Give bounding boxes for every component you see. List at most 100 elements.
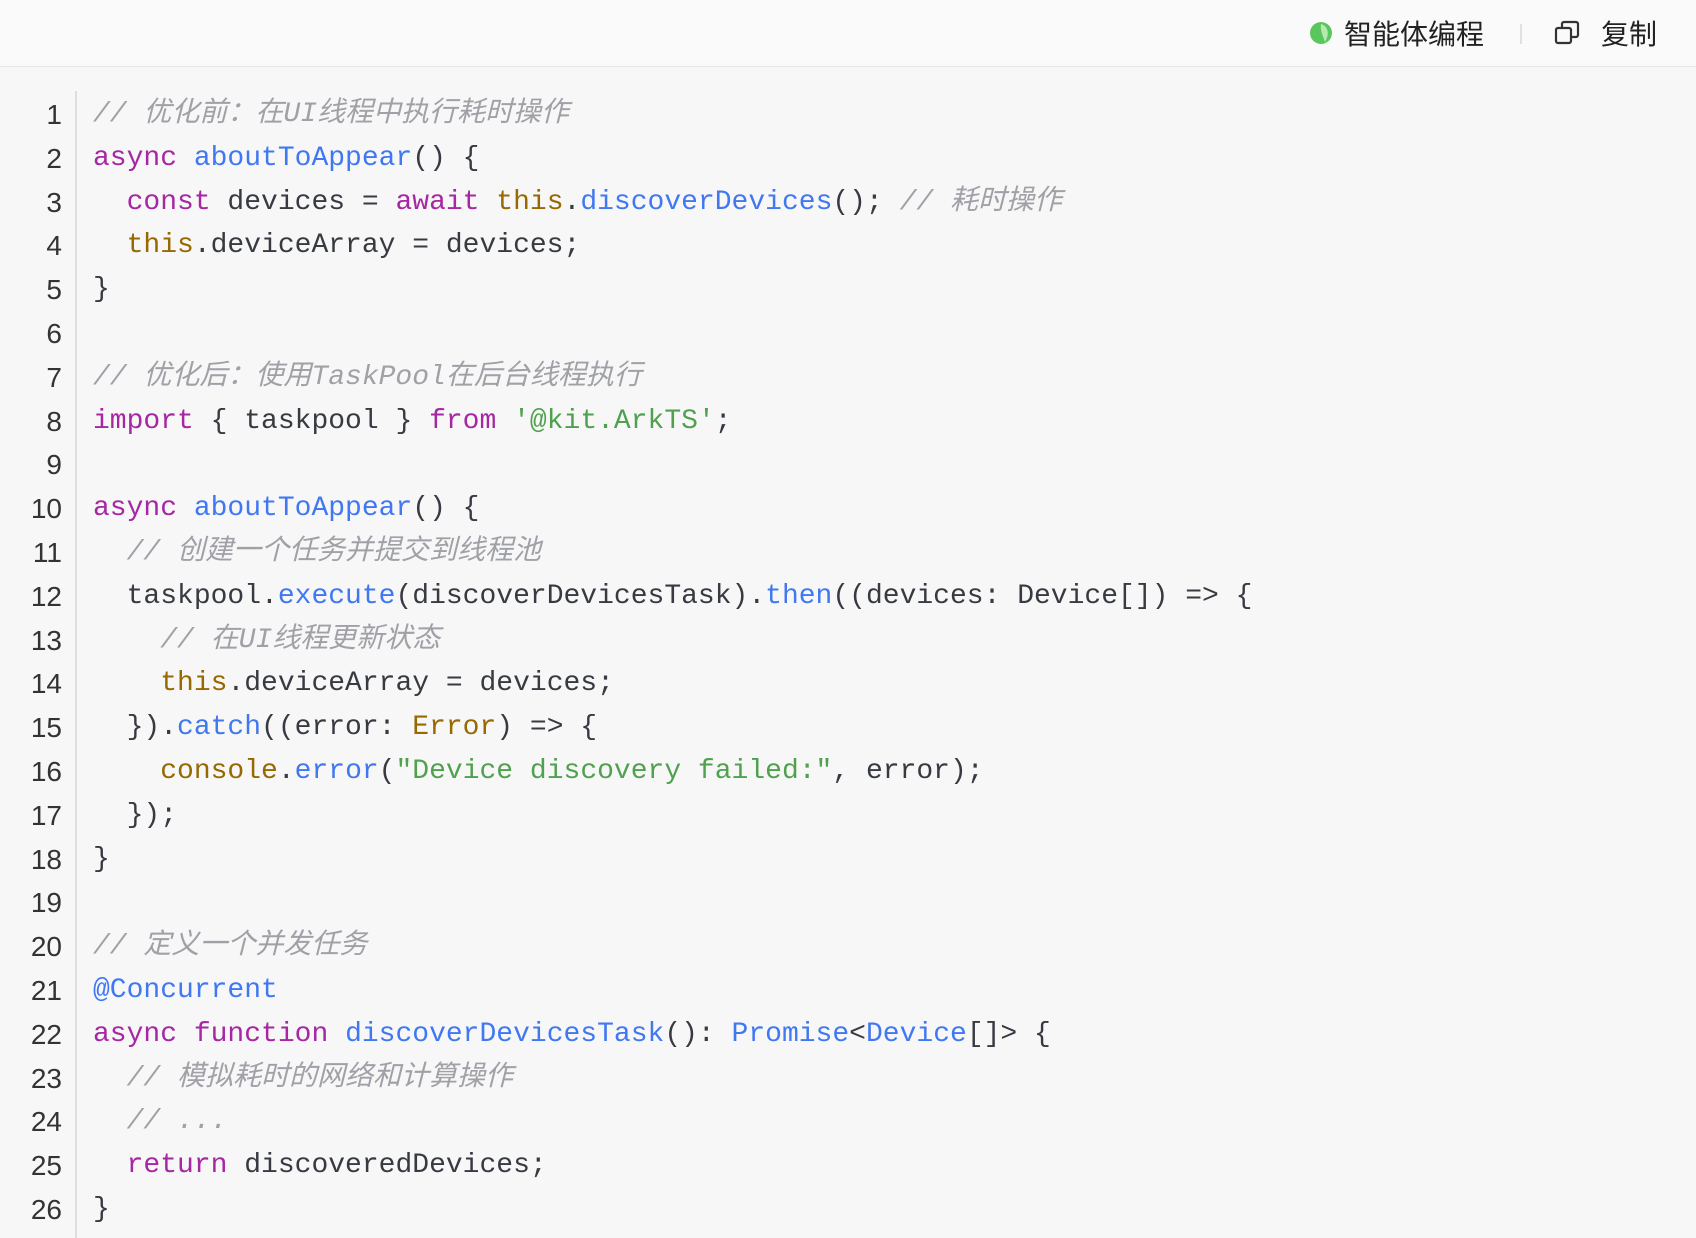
token-str: "Device discovery failed:" — [395, 755, 833, 787]
token-fn: error — [294, 755, 379, 787]
line-number: 25 — [30, 1150, 62, 1182]
token-builtin: console — [160, 755, 278, 787]
token-kw: function — [193, 1018, 329, 1050]
line-number: 6 — [46, 317, 62, 349]
token-cmt: // 创建一个任务并提交到线程池 — [126, 536, 542, 568]
code-text: } — [93, 268, 110, 312]
token-fn: execute — [277, 580, 396, 612]
line-number: 2 — [46, 142, 62, 174]
code-text: // 在UI线程更新状态 — [93, 619, 440, 663]
token-cmt: // 优化前：在UI线程中执行耗时操作 — [93, 99, 570, 130]
code-text: this.deviceArray = devices; — [93, 224, 581, 268]
token-plain: } — [93, 274, 110, 306]
token-plain: (discoverDevicesTask). — [395, 580, 766, 612]
line-number: 9 — [46, 449, 62, 481]
token-kw: await — [395, 186, 480, 218]
line-number: 16 — [30, 755, 62, 787]
code-text: async function discoverDevicesTask(): Pr… — [93, 1013, 1051, 1057]
code-text: // 优化后：使用TaskPool在后台线程执行 — [93, 356, 642, 400]
token-kw: async — [93, 142, 178, 174]
line-number: 11 — [32, 536, 62, 568]
code-text: }); — [93, 794, 177, 838]
token-builtin: this — [126, 230, 194, 262]
token-plain: } — [93, 843, 110, 875]
token-plain: < — [849, 1018, 866, 1050]
code-block[interactable]: 1 // 优化前：在UI线程中执行耗时操作 2 async aboutToAppear… — [0, 67, 1696, 1238]
token-plain: () { — [412, 493, 480, 525]
code-text: // 定义一个并发任务 — [93, 925, 367, 969]
code-line: 7 // 优化后：使用TaskPool在后台线程执行 — [0, 356, 1252, 400]
line-number: 4 — [46, 230, 62, 262]
line-number: 20 — [30, 931, 62, 963]
token-plain: () { — [412, 142, 480, 174]
line-number: 22 — [30, 1018, 62, 1050]
token-builtin: Error — [412, 712, 497, 744]
token-plain: []> { — [966, 1018, 1051, 1050]
token-plain: ((error: — [261, 712, 413, 744]
token-cmt: // 在UI线程更新状态 — [160, 624, 441, 656]
line-number: 3 — [46, 186, 62, 218]
agent-coding-button[interactable]: 智能体编程 — [1308, 0, 1484, 66]
code-text: async aboutToAppear() { — [93, 137, 479, 181]
token-plain: . — [563, 186, 581, 218]
token-kw: import — [93, 405, 194, 437]
code-line: 17 }); — [0, 794, 1252, 838]
code-line: 19 — [0, 881, 1252, 925]
line-number: 15 — [30, 712, 62, 744]
token-fn: discoverDevicesTask — [345, 1018, 665, 1050]
token-plain: discoveredDevices; — [227, 1150, 547, 1182]
token-plain: (); — [832, 186, 900, 218]
token-fn: aboutToAppear — [193, 493, 413, 525]
token-plain: . — [277, 755, 295, 787]
line-number: 21 — [30, 974, 62, 1006]
code-text: } — [93, 1188, 110, 1232]
token-plain: .deviceArray = devices; — [227, 668, 614, 700]
line-number: 8 — [46, 405, 62, 437]
token-fn: Promise — [731, 1018, 850, 1050]
token-fn: then — [765, 580, 833, 612]
token-builtin: this — [496, 186, 564, 218]
code-lines: 1 // 优化前：在UI线程中执行耗时操作 2 async aboutToAppear… — [0, 93, 1253, 1232]
token-cmt: // ... — [126, 1106, 228, 1138]
token-kw: async — [93, 1018, 178, 1050]
code-line: 10 async aboutToAppear() { — [0, 487, 1252, 531]
copy-button[interactable]: 复制 — [1553, 0, 1657, 66]
code-line: 1 // 优化前：在UI线程中执行耗时操作 — [0, 93, 1252, 137]
token-cmt: // 优化后：使用TaskPool在后台线程执行 — [93, 361, 642, 393]
code-text: } — [93, 838, 110, 882]
code-text: @Concurrent — [93, 969, 278, 1013]
code-line: 4 this.deviceArray = devices; — [0, 224, 1252, 268]
code-line: 9 — [0, 443, 1252, 487]
code-block-toolbar: 智能体编程 复制 — [0, 0, 1696, 67]
token-cmt: // 耗时操作 — [899, 186, 1063, 218]
token-plain: devices = — [210, 186, 396, 218]
line-number: 7 — [46, 361, 62, 393]
copy-label: 复制 — [1601, 19, 1658, 50]
token-fn: Device — [865, 1018, 967, 1050]
code-line: 21 @Concurrent — [0, 969, 1252, 1013]
code-line: 26} — [0, 1188, 1252, 1232]
token-kw: from — [429, 405, 497, 437]
code-line: 22 async function discoverDevicesTask(): … — [0, 1013, 1252, 1057]
token-str: '@kit.ArkTS' — [513, 405, 715, 437]
code-text: // ... — [93, 1100, 228, 1144]
code-line: 11 // 创建一个任务并提交到线程池 — [0, 531, 1252, 575]
code-text: }).catch((error: Error) => { — [93, 706, 598, 750]
token-fn: @Concurrent — [93, 974, 278, 1006]
code-line: 3 const devices = await this.discoverDev… — [0, 181, 1252, 225]
token-plain: (): — [664, 1018, 732, 1050]
agent-logo-icon — [1308, 20, 1334, 46]
code-line: 16 console.error("Device discovery faile… — [0, 750, 1252, 794]
token-plain: ) => { — [496, 712, 598, 744]
code-line: 25 return discoveredDevices; — [0, 1144, 1252, 1188]
